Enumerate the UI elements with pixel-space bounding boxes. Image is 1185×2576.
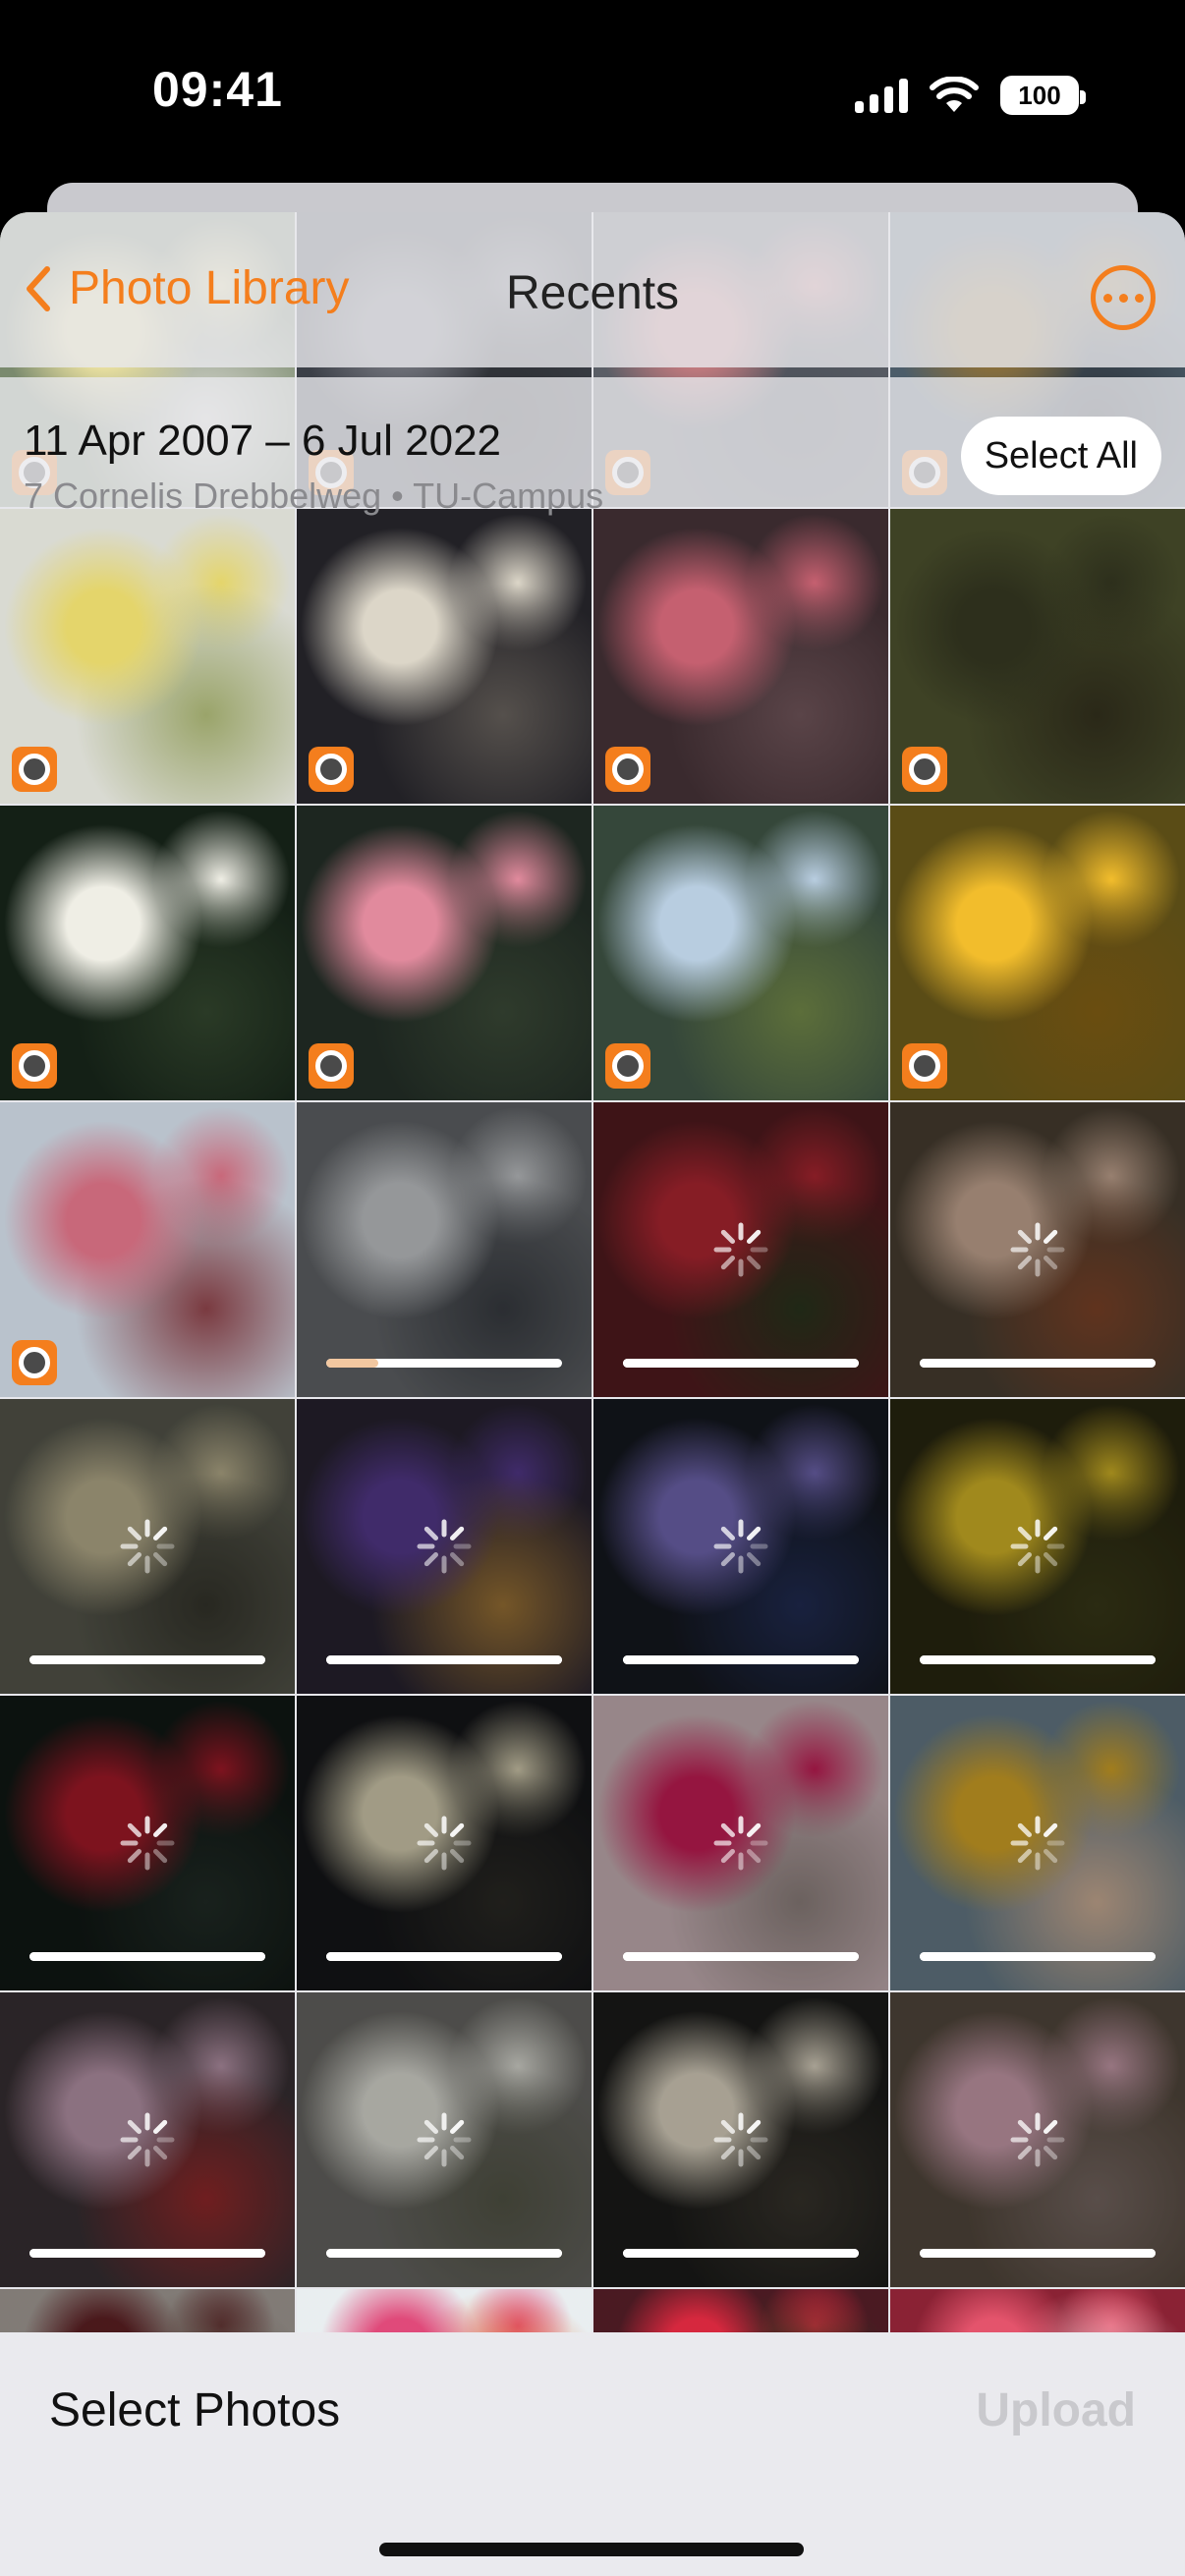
photo-thumbnail[interactable] <box>297 1992 592 2287</box>
upload-progress-bar <box>326 2249 562 2258</box>
battery-icon: 100 <box>1000 76 1086 115</box>
photo-thumbnail[interactable] <box>593 1992 888 2287</box>
more-options-button[interactable] <box>1091 265 1156 330</box>
upload-progress-bar <box>920 1655 1156 1664</box>
upload-progress-fill <box>623 1655 859 1664</box>
upload-progress-bar <box>623 1952 859 1961</box>
camera-badge-icon <box>605 747 650 792</box>
photo-thumbnail[interactable] <box>890 1696 1185 1990</box>
loading-spinner-icon <box>120 1816 175 1871</box>
photo-thumbnail[interactable] <box>297 1102 592 1397</box>
loading-spinner-icon <box>713 1816 768 1871</box>
status-bar: 09:41 100 <box>0 0 1185 187</box>
upload-progress-fill <box>920 2249 1156 2258</box>
loading-spinner-icon <box>120 2112 175 2167</box>
upload-progress-bar <box>920 2249 1156 2258</box>
photo-thumbnail[interactable] <box>890 509 1185 804</box>
select-all-button[interactable]: Select All <box>960 417 1161 495</box>
photo-thumbnail[interactable] <box>593 806 888 1100</box>
upload-progress-bar <box>29 1655 265 1664</box>
upload-progress-fill <box>623 1359 859 1368</box>
upload-progress-bar <box>623 1359 859 1368</box>
loading-spinner-icon <box>713 1519 768 1574</box>
camera-badge-icon <box>605 1043 650 1089</box>
photo-thumbnail[interactable] <box>0 1399 295 1694</box>
loading-spinner-icon <box>713 1222 768 1277</box>
upload-progress-fill <box>326 1655 562 1664</box>
camera-badge-icon <box>12 1043 57 1089</box>
upload-progress-bar <box>29 1952 265 1961</box>
upload-progress-fill <box>920 1359 1156 1368</box>
photo-thumbnail[interactable] <box>890 1102 1185 1397</box>
loading-spinner-icon <box>713 2112 768 2167</box>
loading-spinner-icon <box>120 1519 175 1574</box>
camera-badge-icon <box>309 747 354 792</box>
bottom-toolbar: Select Photos Upload <box>0 2332 1185 2576</box>
upload-progress-bar <box>920 1359 1156 1368</box>
camera-badge-icon <box>12 1340 57 1385</box>
photo-thumbnail[interactable] <box>297 509 592 804</box>
upload-progress-fill <box>326 1359 378 1368</box>
date-range: 11 Apr 2007 – 6 Jul 2022 <box>24 417 502 465</box>
upload-progress-bar <box>623 1655 859 1664</box>
photo-thumbnail[interactable] <box>0 509 295 804</box>
status-indicators: 100 <box>855 71 1086 120</box>
loading-spinner-icon <box>417 1816 472 1871</box>
upload-button[interactable]: Upload <box>976 2383 1136 2437</box>
upload-overlay <box>297 1102 592 1397</box>
cellular-signal-icon <box>855 78 908 113</box>
upload-progress-fill <box>920 1655 1156 1664</box>
photo-thumbnail[interactable] <box>890 1992 1185 2287</box>
photo-thumbnail[interactable] <box>297 806 592 1100</box>
photo-thumbnail[interactable] <box>593 1399 888 1694</box>
photo-thumbnail[interactable] <box>0 1696 295 1990</box>
photo-picker-sheet: Photo Library Recents 11 Apr 2007 – 6 Ju… <box>0 212 1185 2576</box>
upload-progress-fill <box>29 2249 265 2258</box>
upload-progress-bar <box>326 1359 562 1368</box>
camera-badge-icon <box>902 1043 947 1089</box>
upload-progress-fill <box>920 1952 1156 1961</box>
upload-progress-fill <box>29 1655 265 1664</box>
photo-thumbnail[interactable] <box>593 1102 888 1397</box>
navigation-bar: Photo Library Recents <box>0 212 1185 367</box>
photo-thumbnail[interactable] <box>0 806 295 1100</box>
photo-thumbnail[interactable] <box>890 806 1185 1100</box>
upload-progress-bar <box>326 1655 562 1664</box>
photo-grid <box>0 212 1185 2436</box>
location-label: 7 Cornelis Drebbelweg • TU-Campus <box>24 476 604 516</box>
home-indicator <box>379 2543 804 2556</box>
upload-progress-bar <box>623 2249 859 2258</box>
ellipsis-circle-icon <box>1102 293 1112 303</box>
upload-progress-fill <box>326 2249 562 2258</box>
photo-thumbnail[interactable] <box>0 1102 295 1397</box>
select-photos-label: Select Photos <box>49 2384 341 2436</box>
upload-progress-fill <box>326 1952 562 1961</box>
photo-thumbnail[interactable] <box>593 509 888 804</box>
upload-progress-bar <box>29 2249 265 2258</box>
camera-badge-icon <box>12 747 57 792</box>
photo-thumbnail[interactable] <box>593 1696 888 1990</box>
page-title: Recents <box>505 267 680 319</box>
status-time: 09:41 <box>152 62 283 117</box>
upload-progress-fill <box>29 1952 265 1961</box>
camera-badge-icon <box>902 747 947 792</box>
upload-progress-fill <box>623 1952 859 1961</box>
loading-spinner-icon <box>417 2112 472 2167</box>
upload-progress-bar <box>326 1952 562 1961</box>
camera-badge-icon <box>309 1043 354 1089</box>
upload-progress-fill <box>623 2249 859 2258</box>
upload-progress-bar <box>920 1952 1156 1961</box>
loading-spinner-icon <box>1010 1222 1065 1277</box>
wifi-icon <box>930 77 979 114</box>
battery-level: 100 <box>1018 80 1061 110</box>
photo-thumbnail[interactable] <box>297 1696 592 1990</box>
photo-thumbnail[interactable] <box>0 1992 295 2287</box>
loading-spinner-icon <box>417 1519 472 1574</box>
loading-spinner-icon <box>1010 1816 1065 1871</box>
photo-thumbnail[interactable] <box>297 1399 592 1694</box>
photo-thumbnail[interactable] <box>890 1399 1185 1694</box>
loading-spinner-icon <box>1010 1519 1065 1574</box>
loading-spinner-icon <box>1010 2112 1065 2167</box>
